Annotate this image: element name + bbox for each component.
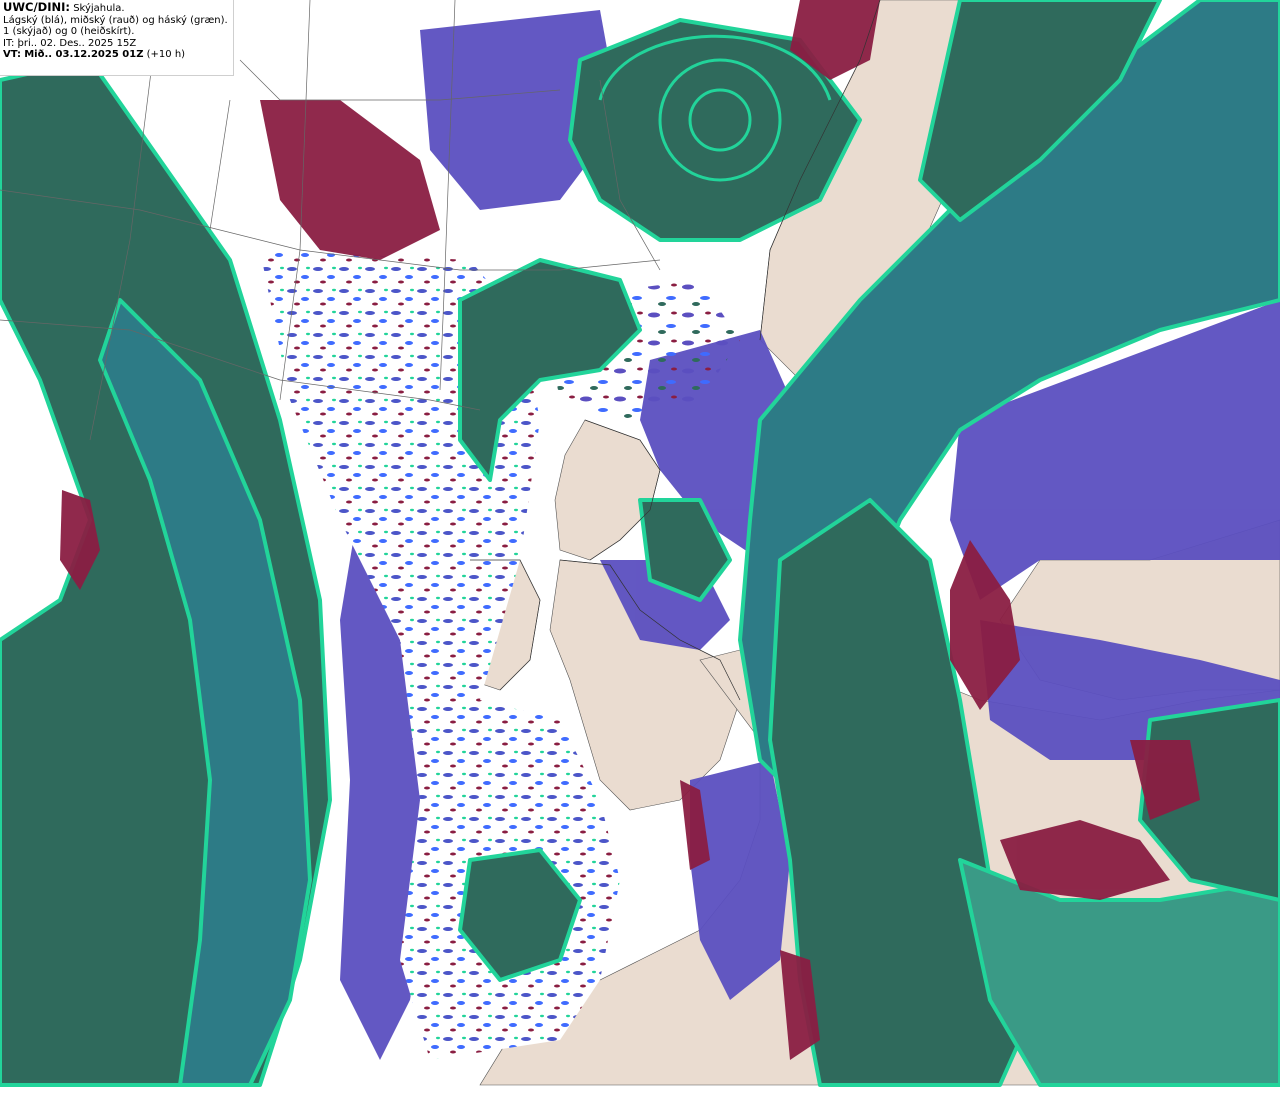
valid-time: Mið.. 03.12.2025 01Z bbox=[24, 49, 144, 60]
model-name: UWC/DINI: bbox=[3, 0, 70, 14]
legend-scale: 1 (skýjað) og 0 (heiðskírt). bbox=[3, 26, 135, 37]
valid-time-label: VT: bbox=[3, 49, 22, 60]
cloud-cover-map bbox=[0, 0, 1280, 1115]
legend-box: UWC/DINI: Skýjahula. Lágský (blá), miðsk… bbox=[0, 0, 234, 76]
map-title: Skýjahula. bbox=[73, 3, 125, 14]
initial-time: IT: þri.. 02. Des.. 2025 15Z bbox=[3, 37, 137, 49]
lead-time: (+10 h) bbox=[146, 49, 186, 60]
legend-description: Lágský (blá), miðský (rauð) og háský (gr… bbox=[3, 14, 228, 26]
